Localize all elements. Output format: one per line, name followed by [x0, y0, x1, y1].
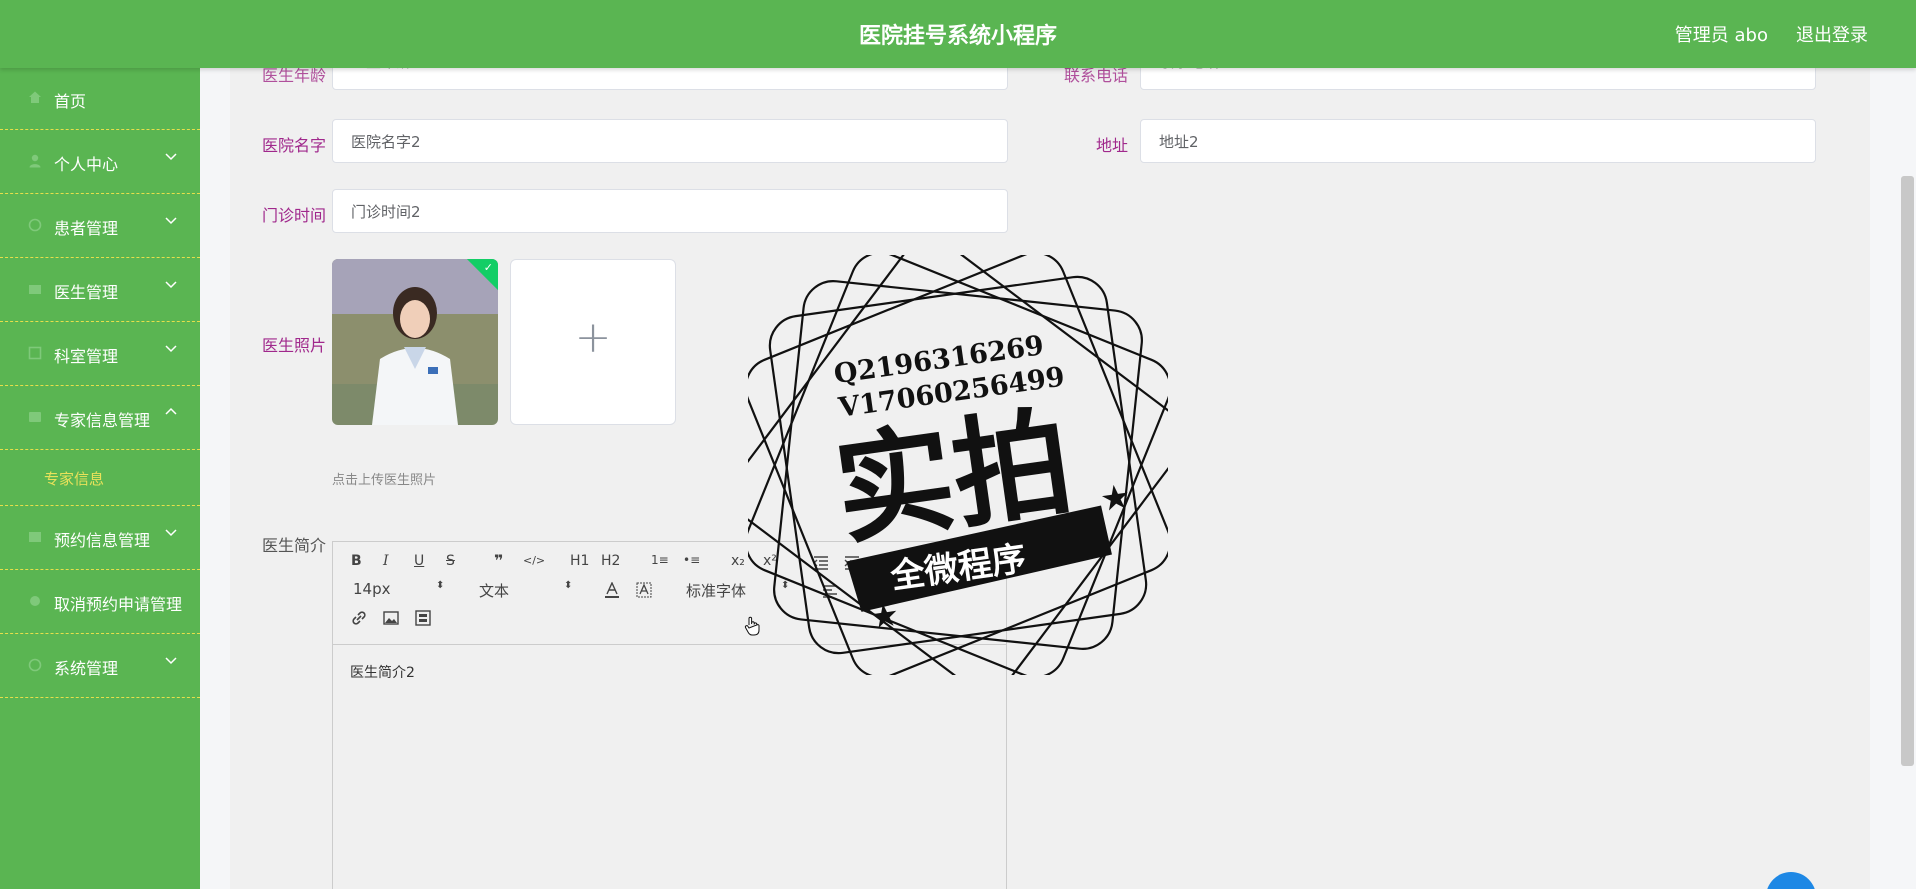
cancel-icon	[30, 596, 40, 606]
sidebar-subitem-label: 专家信息	[44, 470, 105, 488]
photo-upload-button[interactable]: +	[510, 259, 676, 425]
check-icon: ✓	[483, 261, 493, 274]
sidebar-item-label: 取消预约申请管理	[54, 595, 183, 614]
app-title: 医院挂号系统小程序	[858, 24, 1057, 49]
doctor-icon	[29, 285, 41, 294]
background-color-icon[interactable]	[636, 582, 652, 598]
clinic-hours-label: 门诊时间	[261, 206, 326, 225]
sidebar-item-doctors[interactable]: 医生管理	[0, 258, 200, 322]
chevron-down-icon	[165, 657, 177, 665]
phone-label: 联系电话	[1063, 68, 1128, 85]
doctor-age-input[interactable]: 医生年龄2	[332, 68, 1008, 90]
subscript-button[interactable]: x₂	[731, 553, 745, 569]
phone-input[interactable]: 联系电话2	[1140, 68, 1816, 90]
current-user: 管理员 abo	[1674, 25, 1768, 46]
chevron-down-icon	[165, 529, 177, 537]
department-icon	[28, 346, 42, 360]
top-header: 医院挂号系统小程序 管理员 abo 退出登录	[0, 0, 1916, 68]
chevron-down-icon	[165, 217, 177, 225]
chevron-up-icon	[165, 407, 177, 415]
strikethrough-button[interactable]: S	[446, 553, 455, 569]
clinic-hours-input[interactable]: 门诊时间2	[332, 189, 1008, 233]
doctor-photo-image	[332, 259, 498, 425]
bullet-list-button[interactable]: •≡	[683, 553, 700, 567]
video-icon[interactable]	[415, 610, 431, 626]
sidebar-item-label: 专家信息管理	[54, 411, 151, 430]
doctor-intro-label: 医生简介	[261, 536, 326, 555]
address-label: 地址	[1095, 136, 1128, 155]
heading2-button[interactable]: H2	[601, 553, 620, 569]
heading1-button[interactable]: H1	[570, 553, 589, 569]
sidebar-item-label: 科室管理	[54, 347, 119, 366]
sidebar-item-expert-info[interactable]: 专家信息管理	[0, 386, 200, 450]
chevron-down-icon	[165, 281, 177, 289]
underline-button[interactable]: U	[414, 553, 424, 569]
italic-button[interactable]: I	[383, 553, 389, 569]
sidebar-item-label: 患者管理	[54, 219, 119, 238]
editor-content[interactable]: 医生简介2	[350, 662, 415, 682]
star-icon: ★	[868, 595, 902, 637]
hand-cursor-icon	[744, 616, 760, 636]
user-icon	[29, 154, 41, 168]
logout-button[interactable]: 退出登录	[1796, 21, 1868, 47]
sidebar-item-label: 医生管理	[54, 283, 119, 302]
star-icon: ★	[1098, 476, 1134, 520]
system-icon	[28, 658, 42, 672]
sidebar-item-patients[interactable]: 患者管理	[0, 194, 200, 258]
sidebar-item-departments[interactable]: 科室管理	[0, 322, 200, 386]
doctor-age-label: 医生年龄	[261, 68, 326, 85]
expert-icon	[29, 412, 41, 422]
address-input[interactable]: 地址2	[1140, 119, 1816, 163]
bold-button[interactable]: B	[351, 553, 362, 569]
sidebar-subitem-expert-info[interactable]: 专家信息	[0, 450, 200, 506]
sidebar-item-label: 首页	[54, 92, 87, 111]
font-color-icon[interactable]	[604, 582, 620, 598]
upload-tip: 点击上传医生照片	[332, 473, 437, 488]
code-block-button[interactable]: </>	[523, 554, 545, 567]
sidebar-item-system[interactable]: 系统管理	[0, 634, 200, 698]
doctor-photo-label: 医生照片	[261, 336, 326, 355]
link-icon[interactable]	[351, 610, 367, 626]
page-scrollbar[interactable]	[1901, 176, 1914, 766]
sidebar-item-label: 系统管理	[54, 659, 119, 678]
sidebar-item-label: 预约信息管理	[54, 531, 151, 550]
sidebar: 首页 个人中心 患者管理 医生管理 科室管理 专家信息管理 专家信息 预约信息管…	[0, 68, 200, 889]
doctor-photo-thumbnail[interactable]: ✓	[332, 259, 498, 425]
ordered-list-button[interactable]: 1≡	[651, 553, 669, 567]
image-icon[interactable]	[383, 611, 399, 625]
sidebar-item-home[interactable]: 首页	[0, 68, 200, 130]
block-format-select-arrow: ⬍	[564, 580, 573, 591]
hospital-name-input[interactable]: 医院名字2	[332, 119, 1008, 163]
font-size-select[interactable]: 14px	[353, 580, 391, 598]
home-icon	[29, 91, 41, 103]
sidebar-item-appointments[interactable]: 预约信息管理	[0, 506, 200, 570]
watermark-stamp: Q2196316269 V17060256499 实拍 全微程序 ★ ★	[748, 255, 1168, 675]
sidebar-item-cancel-requests[interactable]: 取消预约申请管理	[0, 570, 200, 634]
font-size-select-arrow: ⬍	[436, 580, 445, 591]
appointment-icon	[29, 532, 41, 542]
hospital-name-label: 医院名字	[261, 136, 326, 155]
sidebar-item-label: 个人中心	[54, 155, 119, 174]
chevron-down-icon	[165, 345, 177, 353]
blockquote-button[interactable]: ❞	[494, 551, 503, 570]
plus-icon: +	[574, 312, 612, 363]
sidebar-item-personal-center[interactable]: 个人中心	[0, 130, 200, 194]
chevron-down-icon	[165, 153, 177, 161]
block-format-select[interactable]: 文本	[479, 580, 509, 601]
patient-icon	[28, 218, 42, 232]
font-family-select[interactable]: 标准字体	[686, 580, 746, 601]
